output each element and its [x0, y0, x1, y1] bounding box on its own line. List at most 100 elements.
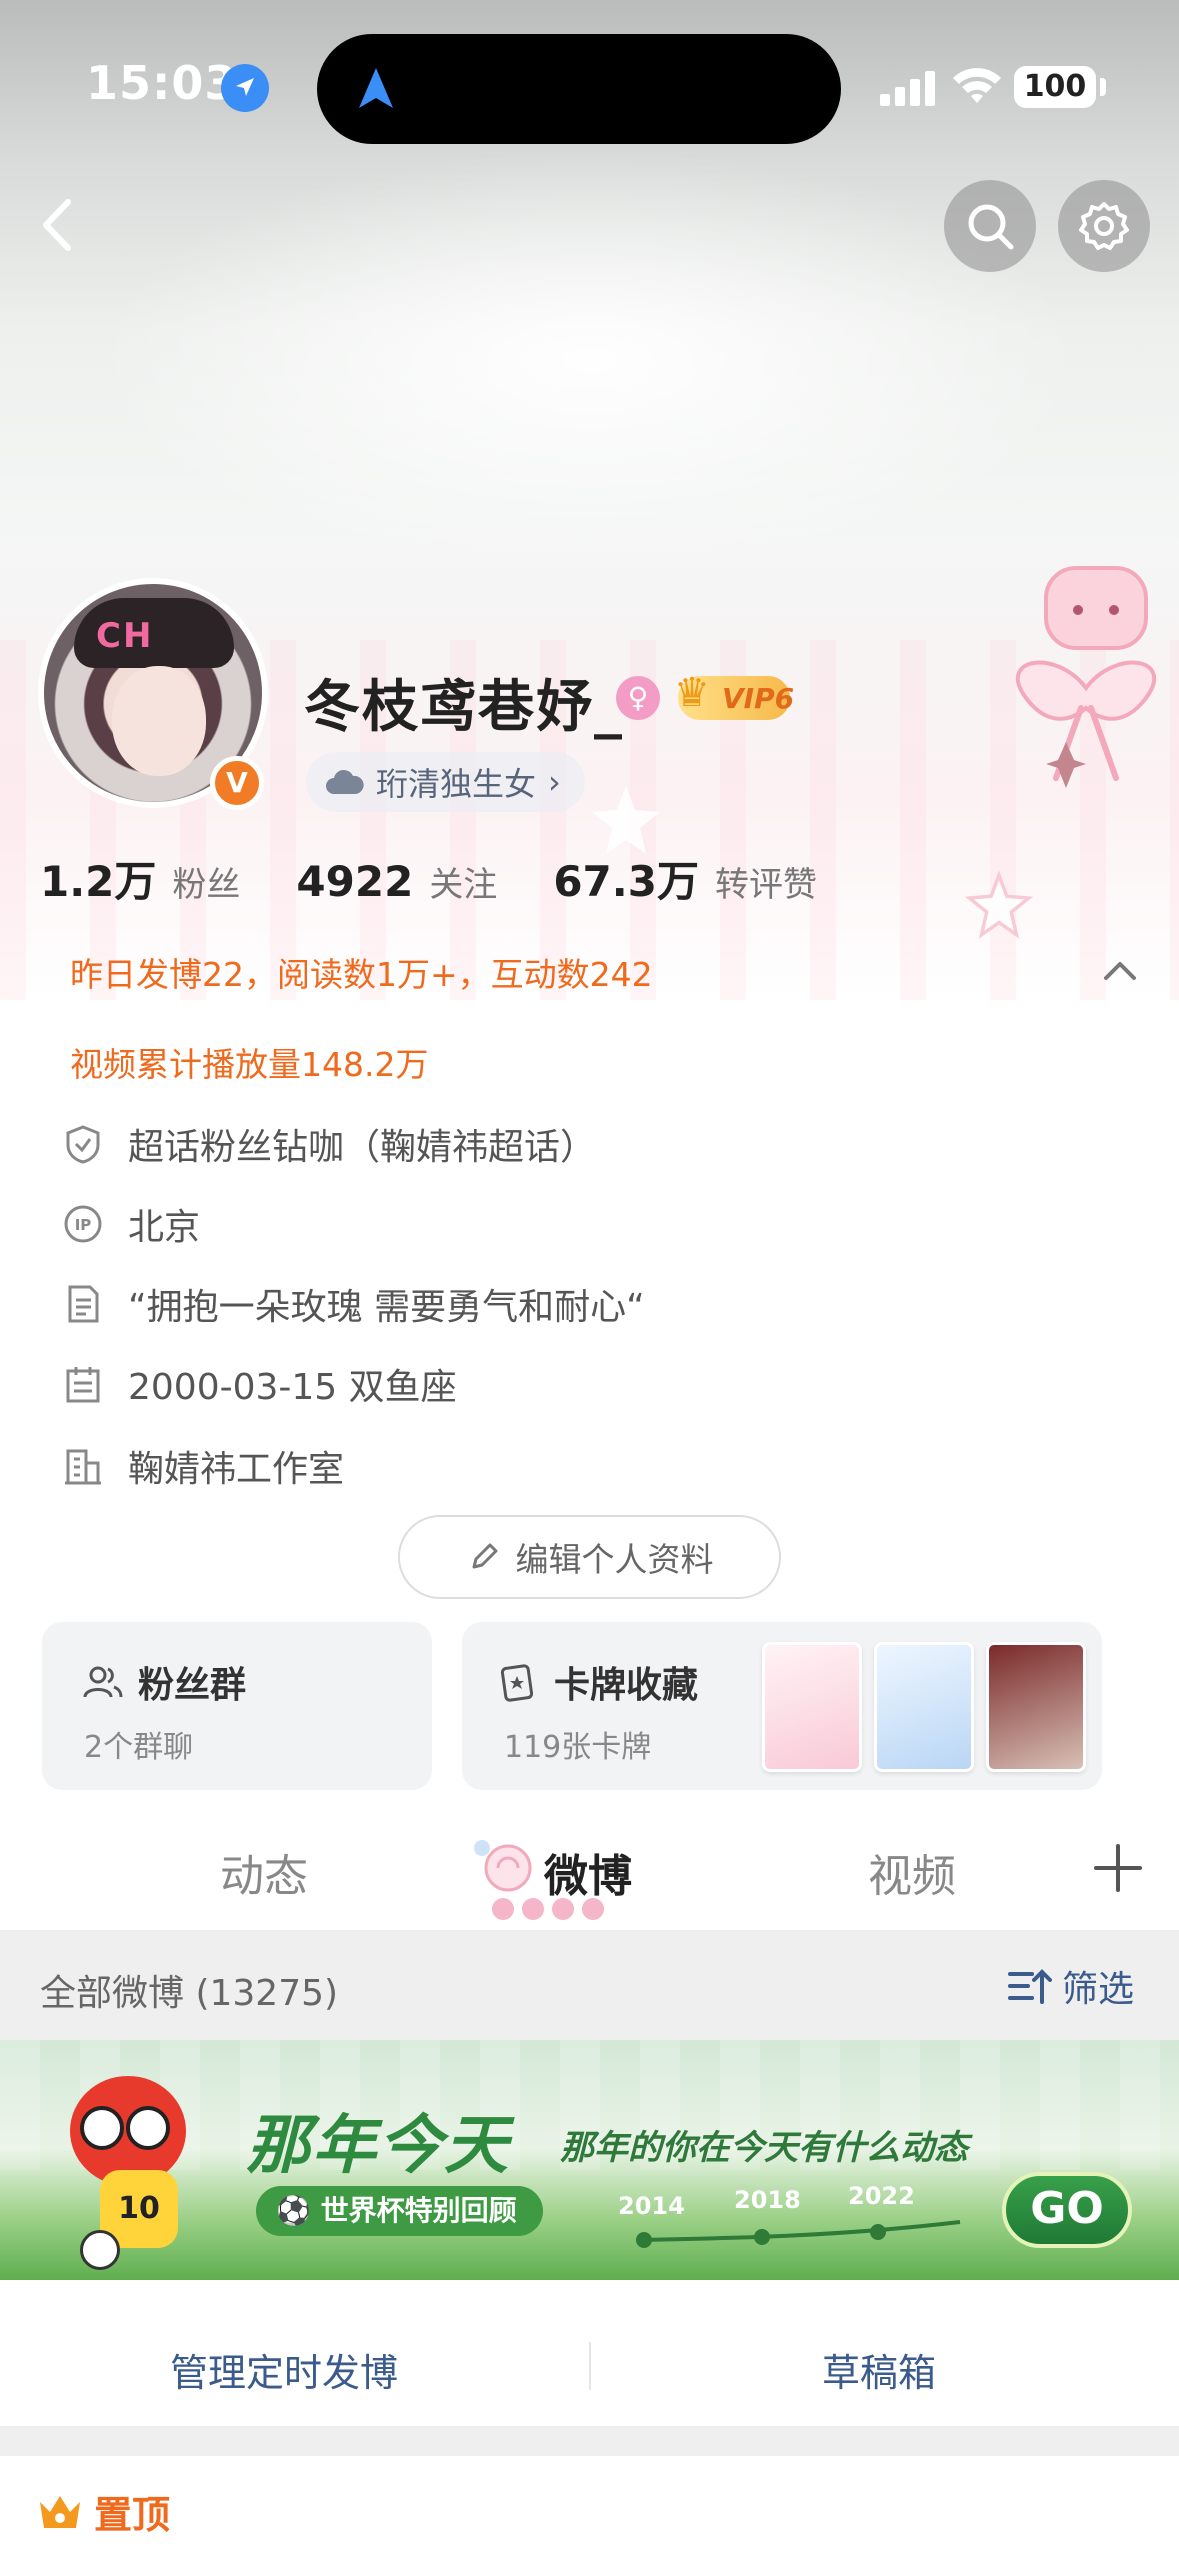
card-collection-sub: 119张卡牌 — [504, 1730, 652, 1765]
battery-indicator: 100 — [1014, 66, 1096, 108]
filter-icon — [1008, 1969, 1052, 2004]
user-tag-pill[interactable]: 珩清独生女 › — [306, 752, 585, 812]
video-play-count: 视频累计播放量148.2万 — [70, 1045, 429, 1084]
weibo-count: 全部微博 (13275) — [40, 1973, 339, 2014]
search-icon — [968, 204, 1014, 250]
info-row-company[interactable]: 鞠婧祎工作室 — [62, 1440, 344, 1492]
info-row-super-topic[interactable]: 超话粉丝钻咖（鞠婧祎超话） — [62, 1118, 596, 1170]
banner-title: 那年今天 — [246, 2109, 510, 2183]
cellular-signal-icon — [880, 71, 935, 106]
info-text: 超话粉丝钻咖（鞠婧祎超话） — [128, 1127, 597, 1168]
collection-card-thumb — [874, 1642, 974, 1772]
info-text: 鞠婧祎工作室 — [128, 1449, 345, 1490]
card-title-text: 粉丝群 — [138, 1665, 247, 1706]
drafts-button[interactable]: 草稿箱 — [822, 2342, 936, 2397]
status-time: 15:03 — [86, 56, 238, 110]
card-collection-title: 卡牌收藏 — [498, 1656, 698, 1708]
profile-stats: 1.2万 粉丝 4922 关注 67.3万 转评赞 — [40, 848, 873, 909]
yesterday-stats: 昨日发博22，阅读数1万+，互动数242 — [70, 955, 653, 994]
vip-label: VIP6 — [722, 682, 795, 715]
filter-button[interactable]: 筛选 — [1008, 1960, 1134, 2012]
active-tab-indicator — [492, 1898, 604, 1920]
user-tag-label: 珩清独生女 — [376, 765, 537, 803]
verified-badge-icon: V — [210, 756, 264, 810]
section-gap — [0, 2426, 1179, 2456]
ribbon-decoration — [1016, 566, 1156, 788]
stat-label: 转评赞 — [714, 865, 817, 905]
tab-dynamics[interactable]: 动态 — [220, 1840, 308, 1904]
fans-group-card[interactable]: 粉丝群 2个群聊 — [42, 1622, 432, 1790]
soccer-ball-icon — [80, 2230, 120, 2270]
card-star-icon — [500, 1664, 534, 1702]
crown-icon: ♛ — [674, 670, 710, 716]
profile-tabs: 动态 微博 视频 — [0, 1820, 1179, 1930]
info-text: 北京 — [128, 1207, 201, 1248]
edit-profile-button[interactable]: 编辑个人资料 — [398, 1515, 781, 1599]
snail-decoration-icon — [474, 1840, 532, 1892]
banner-subtitle: 那年的你在今天有什么动态 — [560, 2128, 968, 2168]
fans-group-sub: 2个群聊 — [84, 1730, 194, 1765]
stat-label: 关注 — [429, 865, 498, 905]
calendar-icon — [66, 1367, 100, 1403]
group-users-icon — [83, 1666, 123, 1698]
card-collection-card[interactable]: 卡牌收藏 119张卡牌 — [462, 1622, 1102, 1790]
search-button[interactable] — [944, 180, 1036, 272]
fans-group-title: 粉丝群 — [82, 1656, 246, 1708]
on-this-day-banner[interactable]: 10 那年今天 那年的你在今天有什么动态 ⚽ 世界杯特别回顾 2014 2018… — [0, 2040, 1179, 2280]
card-title-text: 卡牌收藏 — [554, 1665, 699, 1706]
stat-following[interactable]: 4922 关注 — [296, 857, 497, 906]
shield-icon — [66, 1125, 100, 1164]
collection-card-thumb — [986, 1642, 1086, 1772]
battery-nub — [1100, 78, 1106, 96]
stat-label: 粉丝 — [172, 865, 241, 905]
filter-label: 筛选 — [1062, 1969, 1135, 2010]
chevron-up-icon[interactable] — [1100, 950, 1140, 990]
manage-bar: 管理定时发博 草稿箱 — [0, 2306, 1179, 2426]
pinned-header: 置顶 — [36, 2484, 170, 2539]
building-icon — [65, 1449, 101, 1485]
info-text: 2000-03-15 双鱼座 — [128, 1367, 457, 1408]
info-row-bio: “拥抱一朵玫瑰 需要勇气和耐心“ — [62, 1278, 645, 1330]
collection-card-thumb — [762, 1642, 862, 1772]
svg-text:IP: IP — [75, 1216, 92, 1234]
stat-reposts-comments-likes[interactable]: 67.3万 转评赞 — [553, 848, 817, 909]
gear-icon — [1079, 202, 1129, 250]
weibo-filter-bar: 全部微博 (13275) 筛选 — [0, 1930, 1179, 2040]
world-cup-review-pill: ⚽ 世界杯特别回顾 — [256, 2186, 543, 2236]
crown-icon — [40, 2495, 80, 2528]
tab-video[interactable]: 视频 — [868, 1840, 956, 1904]
scheduled-posts-button[interactable]: 管理定时发博 — [170, 2342, 398, 2397]
divider — [589, 2342, 591, 2390]
info-row-ip-location: IP 北京 — [62, 1198, 200, 1250]
info-text: “拥抱一朵玫瑰 需要勇气和耐心“ — [128, 1287, 645, 1328]
chevron-left-icon[interactable] — [24, 190, 94, 260]
tab-weibo[interactable]: 微博 — [544, 1840, 632, 1904]
avatar-hat-text: CH — [96, 616, 154, 656]
pinned-label: 置顶 — [94, 2493, 171, 2537]
ip-icon: IP — [64, 1205, 102, 1243]
pencil-icon — [472, 1543, 497, 1569]
chevron-right-icon: › — [548, 763, 561, 801]
year-label: 2022 — [848, 2182, 915, 2210]
settings-button[interactable] — [1058, 180, 1150, 272]
stat-value: 1.2万 — [40, 857, 157, 906]
stat-value: 4922 — [296, 857, 414, 906]
location-arrow-icon — [221, 64, 269, 112]
go-button[interactable]: GO — [1002, 2172, 1132, 2248]
wifi-icon — [953, 68, 1001, 103]
username: 冬枝鸢巷妤_ — [304, 675, 624, 740]
star-decoration — [964, 870, 1034, 939]
info-row-birthday: 2000-03-15 双鱼座 — [62, 1358, 457, 1410]
navigation-arrow-icon — [359, 68, 393, 108]
vip-badge[interactable]: ♛ VIP6 — [674, 670, 794, 720]
avatar-face — [112, 666, 206, 776]
year-label: 2014 — [618, 2192, 685, 2220]
stat-followers[interactable]: 1.2万 粉丝 — [40, 848, 240, 909]
edit-profile-label: 编辑个人资料 — [515, 1540, 714, 1579]
year-label: 2018 — [734, 2186, 801, 2214]
stat-value: 67.3万 — [553, 857, 699, 906]
document-icon — [68, 1285, 99, 1323]
female-gender-icon: ♀ — [616, 676, 660, 720]
plus-icon[interactable] — [1090, 1840, 1146, 1896]
cloud-icon — [326, 769, 364, 794]
